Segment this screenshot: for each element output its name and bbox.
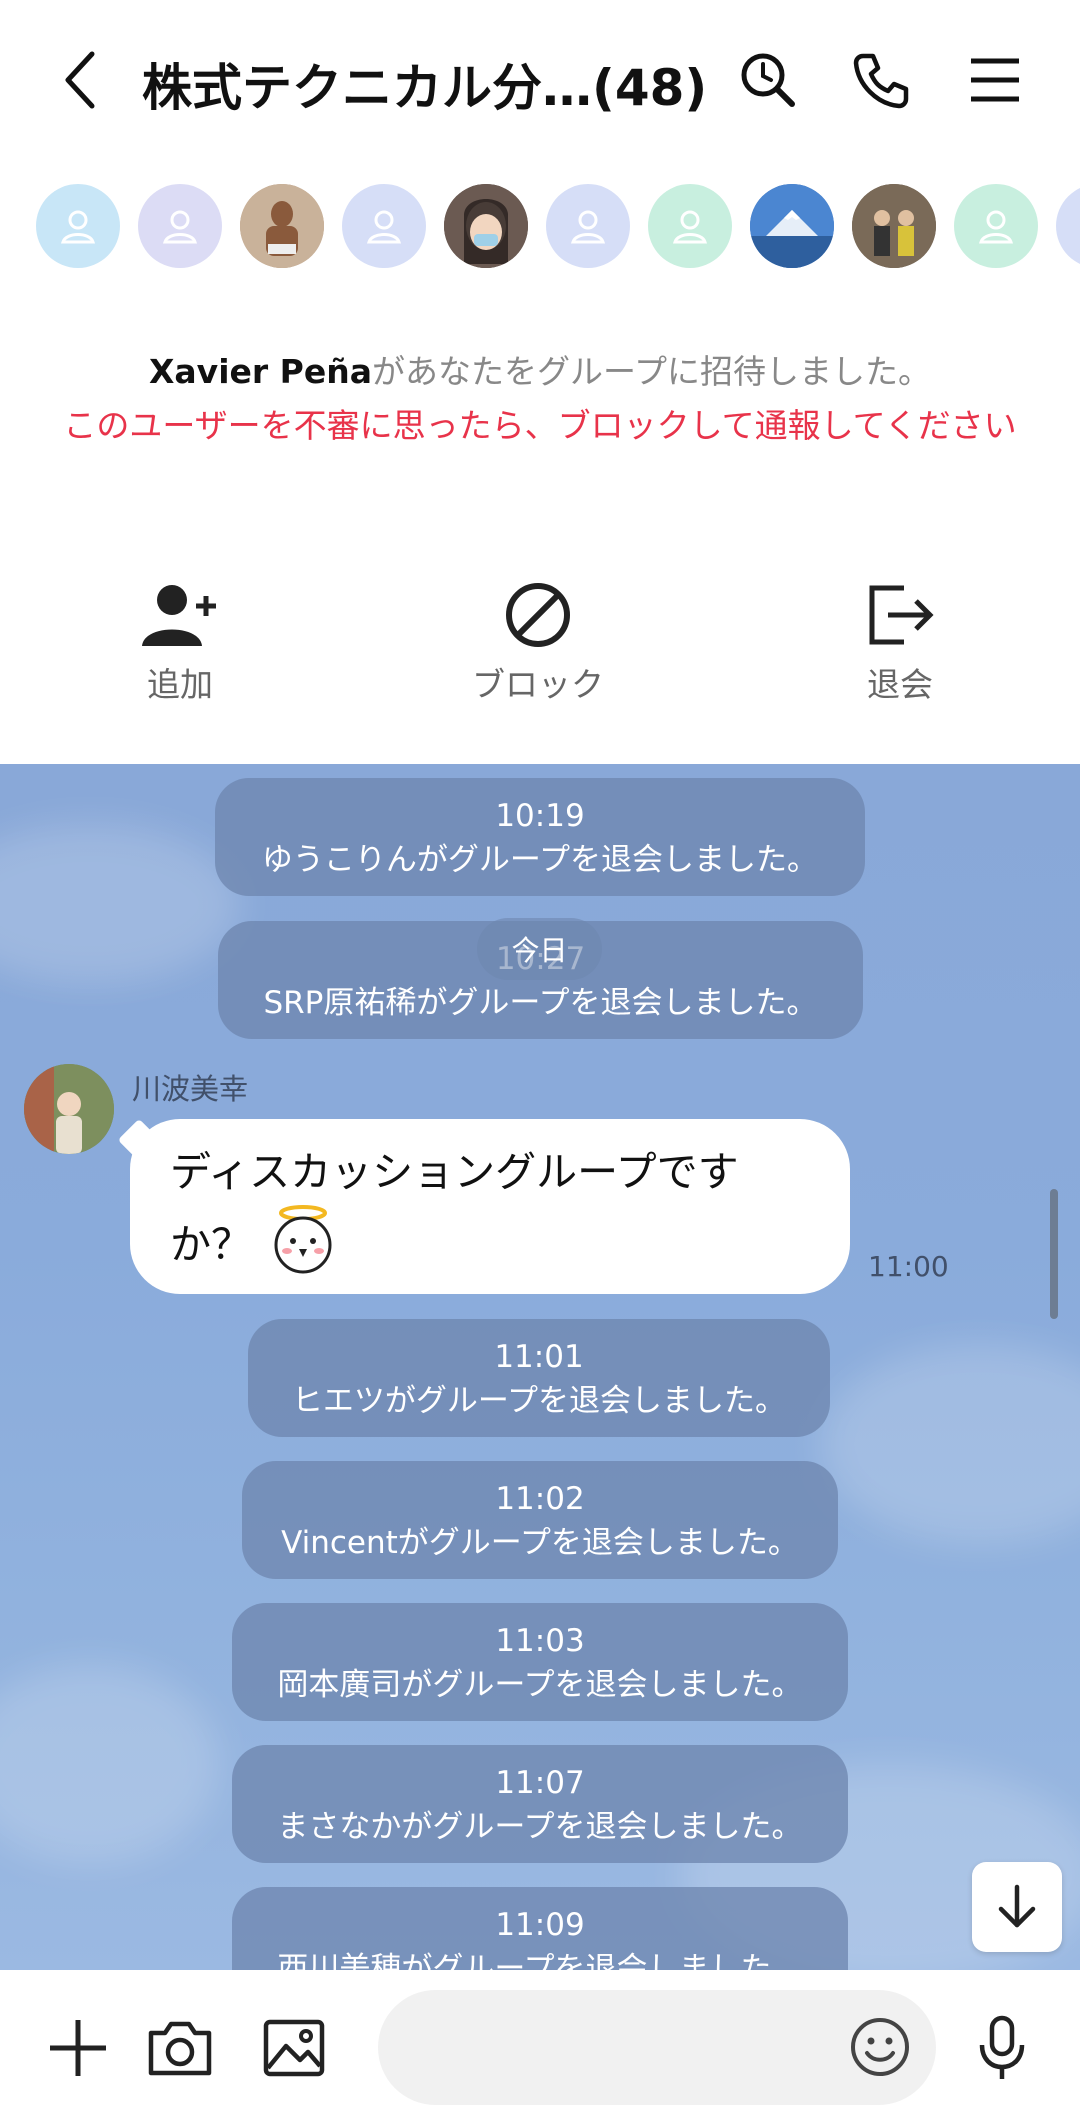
member-avatar-photo[interactable] [852,184,936,268]
system-text: 岡本廣司がグループを退会しました。 [277,1667,803,1703]
smiley-icon [851,2018,909,2076]
phone-icon [853,53,909,109]
default-person-icon [162,210,198,244]
system-time: 11:02 [495,1481,585,1517]
system-message: 11:09 西川美穂がグループを退会しました。 [232,1887,848,1970]
system-time: 11:09 [495,1907,585,1943]
leave-button[interactable]: 退会 [800,570,1000,706]
chat-title[interactable]: 株式テクニカル分…(48) [142,48,707,120]
member-avatar[interactable] [138,184,222,268]
menu-button[interactable] [960,45,1030,115]
warning-text: このユーザーを不審に思ったら、ブロックして通報してください [63,406,1017,445]
microphone-icon [979,2015,1025,2079]
group-photo-icon [852,184,936,268]
system-text: Vincentがグループを退会しました。 [281,1525,799,1561]
invite-text: があなたをグループに招待しました。 [371,352,932,391]
leave-label: 退会 [867,665,933,704]
exit-icon [869,585,934,645]
add-friend-icon [142,585,216,646]
system-time: 11:07 [495,1765,585,1801]
default-person-icon [570,210,606,244]
scrollbar[interactable] [1050,1189,1058,1319]
system-message: 11:07 まさなかがグループを退会しました。 [232,1745,848,1863]
image-icon [263,2019,325,2077]
chat-header: 株式テクニカル分…(48) [0,0,1080,165]
emoji-button[interactable] [845,2012,915,2082]
camera-button[interactable] [140,2008,220,2088]
message-text: ディスカッショングループですか？ [170,1148,739,1269]
default-person-icon [978,210,1014,244]
camera-icon [148,2021,212,2076]
plus-icon [50,2020,106,2076]
system-time: 10:19 [495,798,585,834]
inviter-name: Xavier Peña [148,352,372,391]
block-label: ブロック [472,665,604,704]
system-message: 11:03 岡本廣司がグループを退会しました。 [232,1603,848,1721]
block-button[interactable]: ブロック [438,570,638,706]
default-person-icon [672,210,708,244]
member-avatar[interactable] [546,184,630,268]
arrow-down-icon [998,1884,1036,1928]
angel-emoji-icon [271,1203,335,1292]
system-time: 11:01 [494,1339,584,1375]
group-name: 株式テクニカル分… [142,59,592,117]
person-photo-icon [240,184,324,268]
system-text: SRP原祐稀がグループを退会しました。 [263,985,818,1021]
add-button[interactable]: 追加 [80,570,280,706]
system-time: 11:03 [495,1623,585,1659]
system-text: まさなかがグループを退会しました。 [277,1809,803,1845]
scroll-to-bottom-button[interactable] [972,1862,1062,1952]
member-avatar-row[interactable] [0,180,1080,270]
chat-area[interactable]: 10:19 ゆうこりんがグループを退会しました。 10:27 SRP原祐稀がグル… [0,764,1080,1970]
hamburger-menu-icon [971,58,1019,102]
system-message: 11:01 ヒエツがグループを退会しました。 [248,1319,830,1437]
message-time: 11:00 [868,1250,949,1283]
default-person-icon [60,210,96,244]
member-avatar[interactable] [342,184,426,268]
add-label: 追加 [147,665,213,704]
system-message: 10:19 ゆうこりんがグループを退会しました。 [215,778,865,896]
member-count: (48) [592,59,708,117]
member-avatar[interactable] [1056,184,1080,268]
system-text: ヒエツがグループを退会しました。 [291,1383,787,1419]
add-attachment-button[interactable] [38,2008,118,2088]
message-input-bar [0,1970,1080,2127]
member-avatar[interactable] [36,184,120,268]
gallery-button[interactable] [254,2008,334,2088]
member-avatar-photo[interactable] [444,184,528,268]
member-avatar-photo[interactable] [240,184,324,268]
system-message: 11:02 Vincentがグループを退会しました。 [242,1461,838,1579]
sender-name: 川波美幸 [132,1072,249,1106]
voice-input-button[interactable] [962,2008,1042,2088]
person-photo-icon [444,184,528,268]
member-avatar-photo[interactable] [750,184,834,268]
block-icon [506,583,570,647]
system-text: 西川美穂がグループを退会しました。 [277,1951,803,1970]
member-avatar[interactable] [648,184,732,268]
mountain-photo-icon [750,184,834,268]
default-person-icon [366,210,402,244]
back-button[interactable] [50,45,110,115]
member-avatar[interactable] [954,184,1038,268]
invite-notice: Xavier Peñaがあなたをグループに招待しました。 このユーザーを不審に思… [40,345,1040,453]
sender-avatar[interactable] [24,1064,114,1154]
message-bubble[interactable]: ディスカッショングループですか？ [117,1118,850,1294]
system-text: ゆうこりんがグループを退会しました。 [261,842,819,878]
search-button[interactable] [733,45,803,115]
call-button[interactable] [846,45,916,115]
date-separator: 今日 [477,918,602,980]
chevron-left-icon [65,51,95,109]
invite-actions: 追加 ブロック 退会 [0,570,1080,704]
person-photo-icon [24,1064,114,1154]
search-clock-icon [741,53,795,107]
